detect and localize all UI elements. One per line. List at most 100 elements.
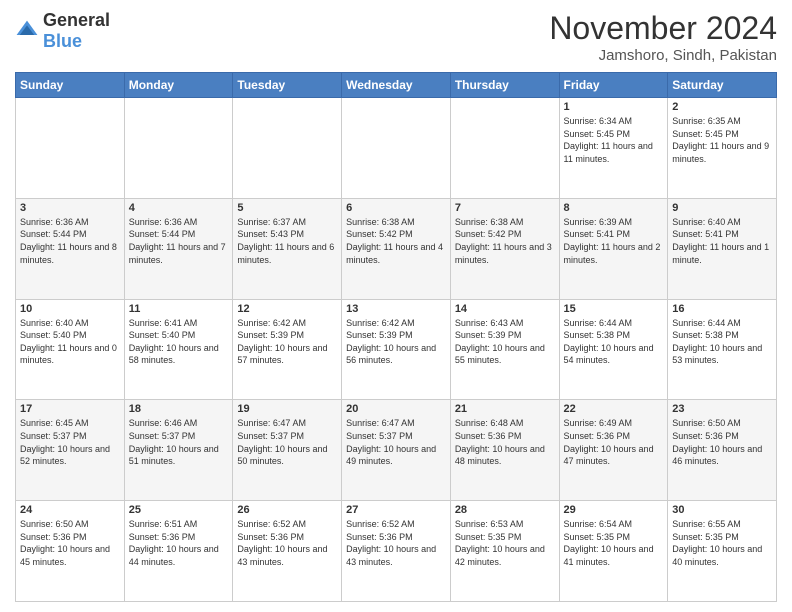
day-info: Sunrise: 6:37 AMSunset: 5:43 PMDaylight:… [237, 216, 337, 266]
day-info: Sunrise: 6:50 AMSunset: 5:36 PMDaylight:… [20, 518, 120, 568]
header-tuesday: Tuesday [233, 73, 342, 98]
day-info: Sunrise: 6:38 AMSunset: 5:42 PMDaylight:… [346, 216, 446, 266]
day-info: Sunrise: 6:47 AMSunset: 5:37 PMDaylight:… [346, 417, 446, 467]
day-info: Sunrise: 6:52 AMSunset: 5:36 PMDaylight:… [346, 518, 446, 568]
month-title: November 2024 [549, 10, 777, 47]
calendar-cell: 7Sunrise: 6:38 AMSunset: 5:42 PMDaylight… [450, 198, 559, 299]
day-info: Sunrise: 6:41 AMSunset: 5:40 PMDaylight:… [129, 317, 229, 367]
header: General Blue November 2024 Jamshoro, Sin… [15, 10, 777, 64]
day-info: Sunrise: 6:34 AMSunset: 5:45 PMDaylight:… [564, 115, 664, 165]
calendar-week-row-4: 24 Sunrise: 6:50 AMSunset: 5:36 PMDayligh… [16, 501, 777, 602]
calendar-cell [450, 98, 559, 199]
calendar-header-row: Sunday Monday Tuesday Wednesday Thursday… [16, 73, 777, 98]
day-number: 2 [672, 101, 772, 113]
logo-general: General [43, 10, 110, 30]
calendar-cell [233, 98, 342, 199]
day-info: Sunrise: 6:39 AMSunset: 5:41 PMDaylight:… [564, 216, 664, 266]
calendar-week-row-0: 1 Sunrise: 6:34 AMSunset: 5:45 PMDaylight… [16, 98, 777, 199]
calendar-cell: 3Sunrise: 6:36 AMSunset: 5:44 PMDaylight… [16, 198, 125, 299]
calendar-cell [342, 98, 451, 199]
day-info: Sunrise: 6:47 AMSunset: 5:37 PMDaylight:… [237, 417, 337, 467]
day-info: Sunrise: 6:42 AMSunset: 5:39 PMDaylight:… [237, 317, 337, 367]
day-info: Sunrise: 6:46 AMSunset: 5:37 PMDaylight:… [129, 417, 229, 467]
day-info: Sunrise: 6:48 AMSunset: 5:36 PMDaylight:… [455, 417, 555, 467]
day-info: Sunrise: 6:36 AMSunset: 5:44 PMDaylight:… [20, 216, 120, 266]
calendar-cell: 18 Sunrise: 6:46 AMSunset: 5:37 PMDayligh… [124, 400, 233, 501]
day-number: 13 [346, 303, 446, 315]
day-info: Sunrise: 6:55 AMSunset: 5:35 PMDaylight:… [672, 518, 772, 568]
calendar-week-row-1: 3Sunrise: 6:36 AMSunset: 5:44 PMDaylight… [16, 198, 777, 299]
calendar-cell: 9 Sunrise: 6:40 AMSunset: 5:41 PMDaylight… [668, 198, 777, 299]
calendar-cell: 1 Sunrise: 6:34 AMSunset: 5:45 PMDaylight… [559, 98, 668, 199]
day-number: 9 [672, 202, 772, 214]
calendar-cell: 19 Sunrise: 6:47 AMSunset: 5:37 PMDayligh… [233, 400, 342, 501]
day-number: 20 [346, 403, 446, 415]
calendar-cell: 2 Sunrise: 6:35 AMSunset: 5:45 PMDaylight… [668, 98, 777, 199]
day-number: 21 [455, 403, 555, 415]
calendar-cell: 21 Sunrise: 6:48 AMSunset: 5:36 PMDayligh… [450, 400, 559, 501]
day-info: Sunrise: 6:52 AMSunset: 5:36 PMDaylight:… [237, 518, 337, 568]
day-number: 16 [672, 303, 772, 315]
calendar-cell: 27Sunrise: 6:52 AMSunset: 5:36 PMDayligh… [342, 501, 451, 602]
day-number: 26 [237, 504, 337, 516]
day-info: Sunrise: 6:53 AMSunset: 5:35 PMDaylight:… [455, 518, 555, 568]
page: General Blue November 2024 Jamshoro, Sin… [0, 0, 792, 612]
day-number: 23 [672, 403, 772, 415]
day-number: 22 [564, 403, 664, 415]
day-number: 24 [20, 504, 120, 516]
calendar-cell: 4 Sunrise: 6:36 AMSunset: 5:44 PMDaylight… [124, 198, 233, 299]
calendar-cell: 12 Sunrise: 6:42 AMSunset: 5:39 PMDayligh… [233, 299, 342, 400]
calendar-cell: 8 Sunrise: 6:39 AMSunset: 5:41 PMDaylight… [559, 198, 668, 299]
day-info: Sunrise: 6:50 AMSunset: 5:36 PMDaylight:… [672, 417, 772, 467]
day-number: 8 [564, 202, 664, 214]
day-number: 1 [564, 101, 664, 113]
day-number: 29 [564, 504, 664, 516]
day-number: 19 [237, 403, 337, 415]
day-number: 12 [237, 303, 337, 315]
calendar-week-row-3: 17 Sunrise: 6:45 AMSunset: 5:37 PMDayligh… [16, 400, 777, 501]
header-saturday: Saturday [668, 73, 777, 98]
day-info: Sunrise: 6:43 AMSunset: 5:39 PMDaylight:… [455, 317, 555, 367]
calendar-cell: 17 Sunrise: 6:45 AMSunset: 5:37 PMDayligh… [16, 400, 125, 501]
calendar-cell: 29Sunrise: 6:54 AMSunset: 5:35 PMDayligh… [559, 501, 668, 602]
day-info: Sunrise: 6:40 AMSunset: 5:41 PMDaylight:… [672, 216, 772, 266]
calendar-cell: 30Sunrise: 6:55 AMSunset: 5:35 PMDayligh… [668, 501, 777, 602]
header-thursday: Thursday [450, 73, 559, 98]
day-info: Sunrise: 6:44 AMSunset: 5:38 PMDaylight:… [672, 317, 772, 367]
day-info: Sunrise: 6:44 AMSunset: 5:38 PMDaylight:… [564, 317, 664, 367]
logo: General Blue [15, 10, 110, 52]
day-info: Sunrise: 6:35 AMSunset: 5:45 PMDaylight:… [672, 115, 772, 165]
calendar-cell: 6 Sunrise: 6:38 AMSunset: 5:42 PMDaylight… [342, 198, 451, 299]
calendar-cell: 28 Sunrise: 6:53 AMSunset: 5:35 PMDayligh… [450, 501, 559, 602]
calendar-cell: 11 Sunrise: 6:41 AMSunset: 5:40 PMDayligh… [124, 299, 233, 400]
calendar-cell: 13 Sunrise: 6:42 AMSunset: 5:39 PMDayligh… [342, 299, 451, 400]
day-number: 25 [129, 504, 229, 516]
day-info: Sunrise: 6:45 AMSunset: 5:37 PMDaylight:… [20, 417, 120, 467]
day-number: 17 [20, 403, 120, 415]
calendar-week-row-2: 10 Sunrise: 6:40 AMSunset: 5:40 PMDayligh… [16, 299, 777, 400]
day-number: 10 [20, 303, 120, 315]
day-number: 7 [455, 202, 555, 214]
day-number: 5 [237, 202, 337, 214]
calendar-table: Sunday Monday Tuesday Wednesday Thursday… [15, 72, 777, 602]
calendar-cell: 24 Sunrise: 6:50 AMSunset: 5:36 PMDayligh… [16, 501, 125, 602]
day-number: 28 [455, 504, 555, 516]
header-wednesday: Wednesday [342, 73, 451, 98]
calendar-cell: 16 Sunrise: 6:44 AMSunset: 5:38 PMDayligh… [668, 299, 777, 400]
day-info: Sunrise: 6:36 AMSunset: 5:44 PMDaylight:… [129, 216, 229, 266]
day-info: Sunrise: 6:42 AMSunset: 5:39 PMDaylight:… [346, 317, 446, 367]
calendar-cell: 14Sunrise: 6:43 AMSunset: 5:39 PMDayligh… [450, 299, 559, 400]
day-info: Sunrise: 6:49 AMSunset: 5:36 PMDaylight:… [564, 417, 664, 467]
day-number: 6 [346, 202, 446, 214]
calendar-cell: 15 Sunrise: 6:44 AMSunset: 5:38 PMDayligh… [559, 299, 668, 400]
day-info: Sunrise: 6:40 AMSunset: 5:40 PMDaylight:… [20, 317, 120, 367]
day-number: 15 [564, 303, 664, 315]
header-sunday: Sunday [16, 73, 125, 98]
day-number: 11 [129, 303, 229, 315]
calendar-cell [16, 98, 125, 199]
calendar-cell: 22 Sunrise: 6:49 AMSunset: 5:36 PMDayligh… [559, 400, 668, 501]
day-number: 4 [129, 202, 229, 214]
day-number: 18 [129, 403, 229, 415]
logo-blue: Blue [43, 31, 82, 51]
logo-icon [15, 19, 39, 43]
